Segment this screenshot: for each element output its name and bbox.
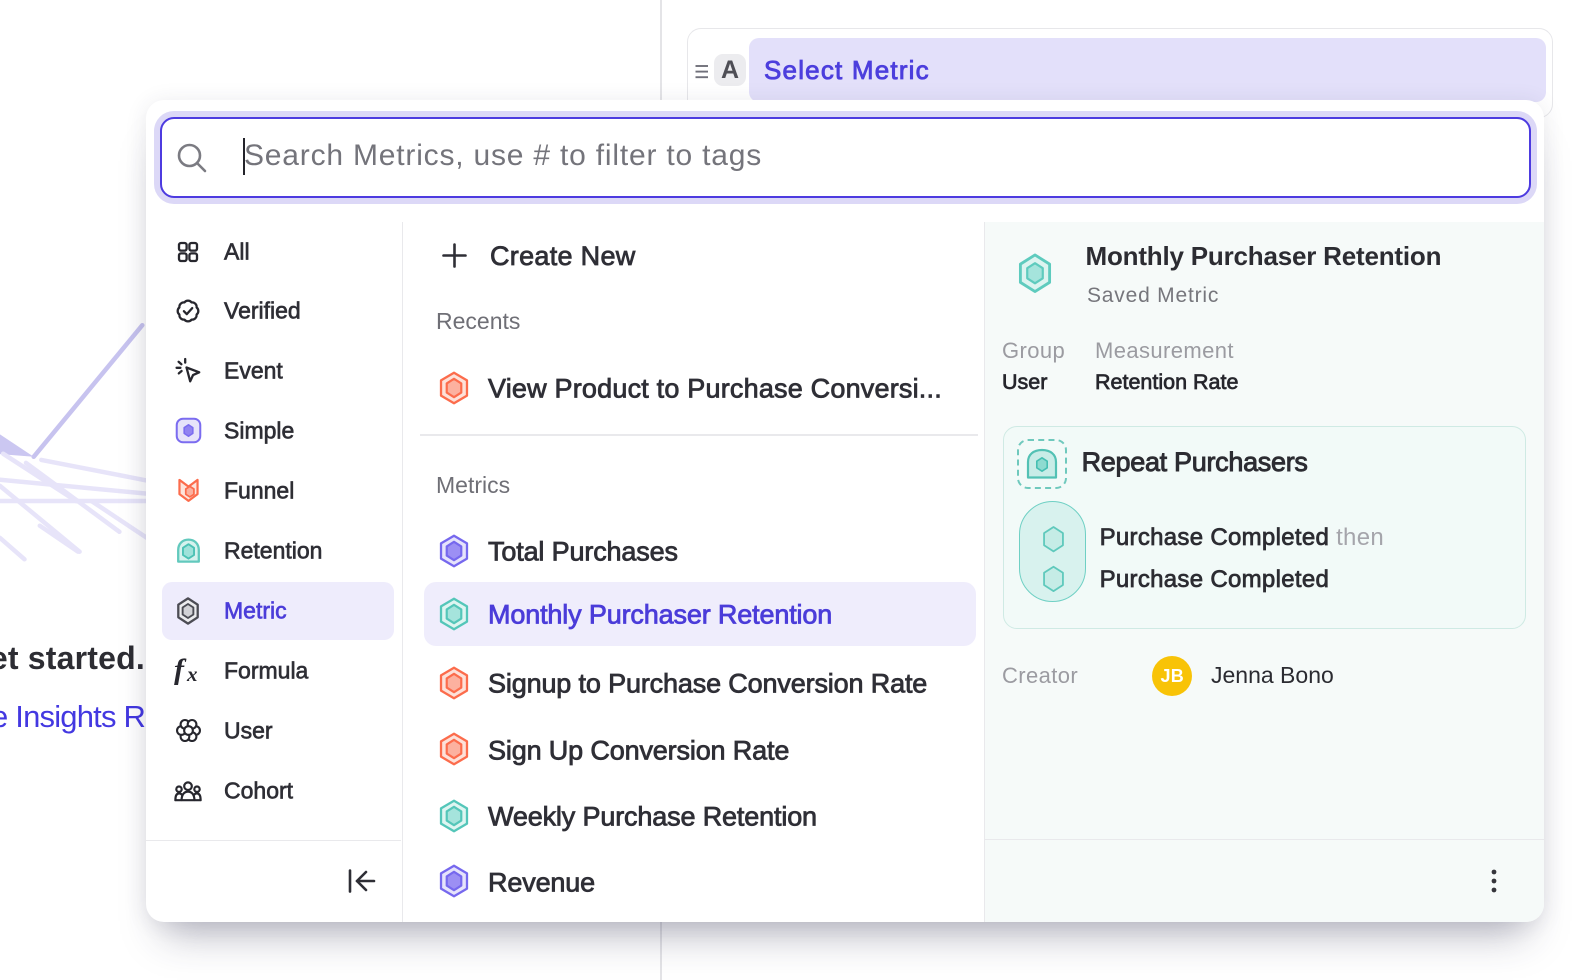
- svg-text:x: x: [186, 662, 198, 685]
- svg-text:Create New: Create New: [490, 241, 636, 271]
- svg-text:f: f: [174, 657, 187, 685]
